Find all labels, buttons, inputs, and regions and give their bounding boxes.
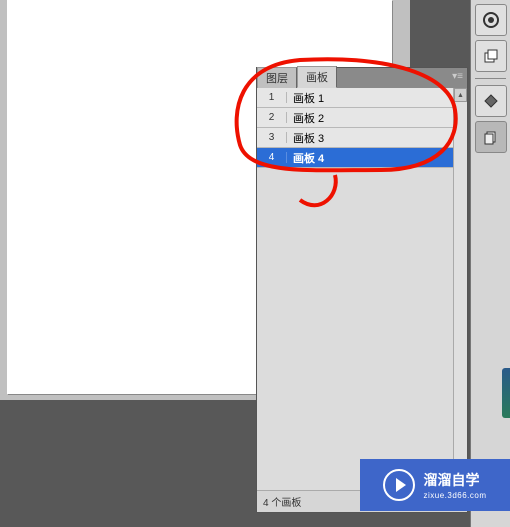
annotation-circle: [0, 0, 510, 527]
play-icon: [383, 469, 415, 501]
watermark: 溜溜自学 zixue.3d66.com: [360, 459, 510, 511]
watermark-url: zixue.3d66.com: [423, 491, 486, 500]
watermark-title: 溜溜自学: [423, 470, 486, 490]
